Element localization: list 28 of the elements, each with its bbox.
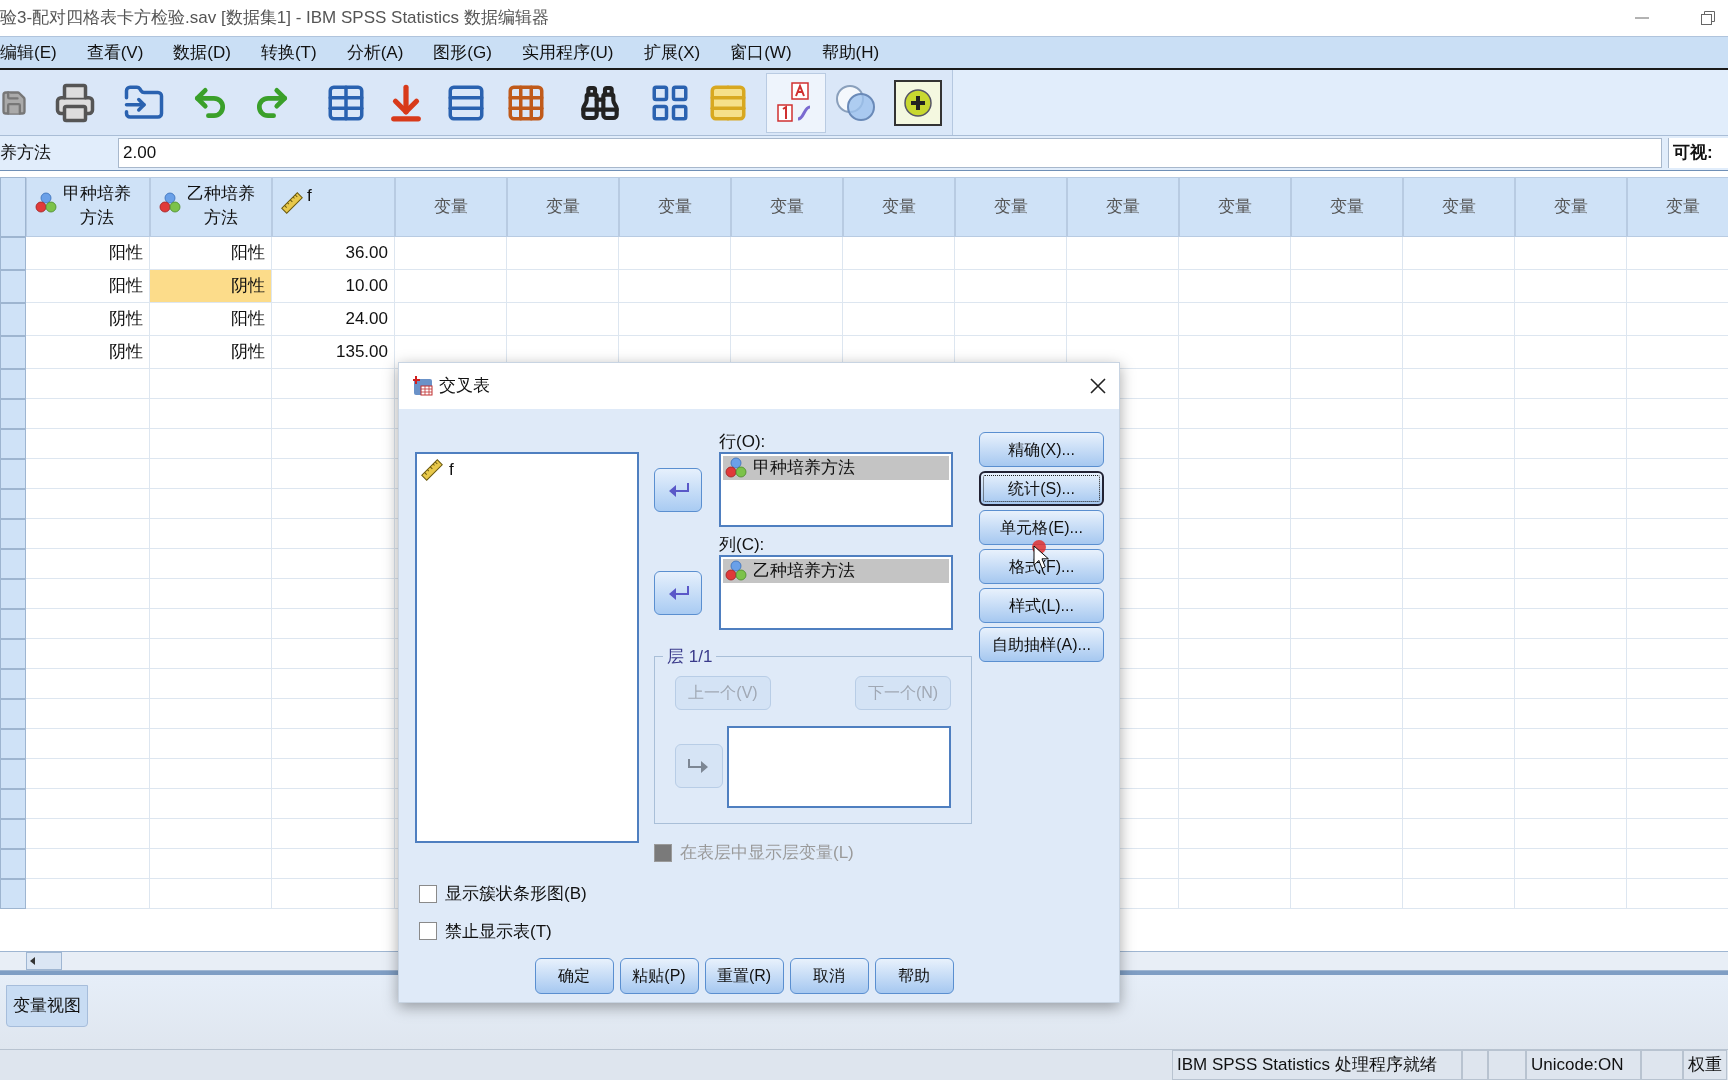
layer-title: 层 1/1	[666, 646, 714, 668]
table-cell: 阳性	[150, 237, 272, 270]
table-cell: 135.00	[272, 336, 395, 369]
table-cell: 阳性	[26, 237, 150, 270]
window-title: 验3-配对四格表卡方检验.sav [数据集1] - IBM SPSS Statistics 数据编辑器	[0, 7, 549, 30]
column-title: 甲种培养方法	[62, 183, 132, 229]
status-text: IBM SPSS Statistics 处理程序就绪	[1172, 1050, 1462, 1080]
column-title: 乙种培养方法	[186, 183, 256, 229]
table-cell: 阳性	[150, 303, 272, 336]
table-cell: 24.00	[272, 303, 395, 336]
status-text: Unicode:ON	[1526, 1050, 1641, 1080]
checkbox-label: 在表层中显示层变量(L)	[680, 842, 854, 864]
checkbox-label: 禁止显示表(T)	[445, 920, 552, 943]
table-cell: 36.00	[272, 237, 395, 270]
table-cell: 阳性	[26, 270, 150, 303]
table-cell: 阴性	[150, 336, 272, 369]
table-cell: 阴性	[150, 270, 272, 303]
table-cell: 阴性	[26, 336, 150, 369]
variable-name-label: 养方法	[0, 142, 52, 165]
visible-label: 可视:	[1668, 138, 1728, 168]
table-cell: 10.00	[272, 270, 395, 303]
table-cell: 阴性	[26, 303, 150, 336]
column-title: f	[307, 185, 312, 207]
list-label: 列(C):	[719, 535, 766, 555]
checkbox-label: 显示簇状条形图(B)	[445, 883, 587, 905]
list-label: 行(O):	[719, 432, 767, 452]
dialog-title: 交叉表	[439, 375, 490, 398]
status-text: 权重	[1683, 1050, 1727, 1080]
